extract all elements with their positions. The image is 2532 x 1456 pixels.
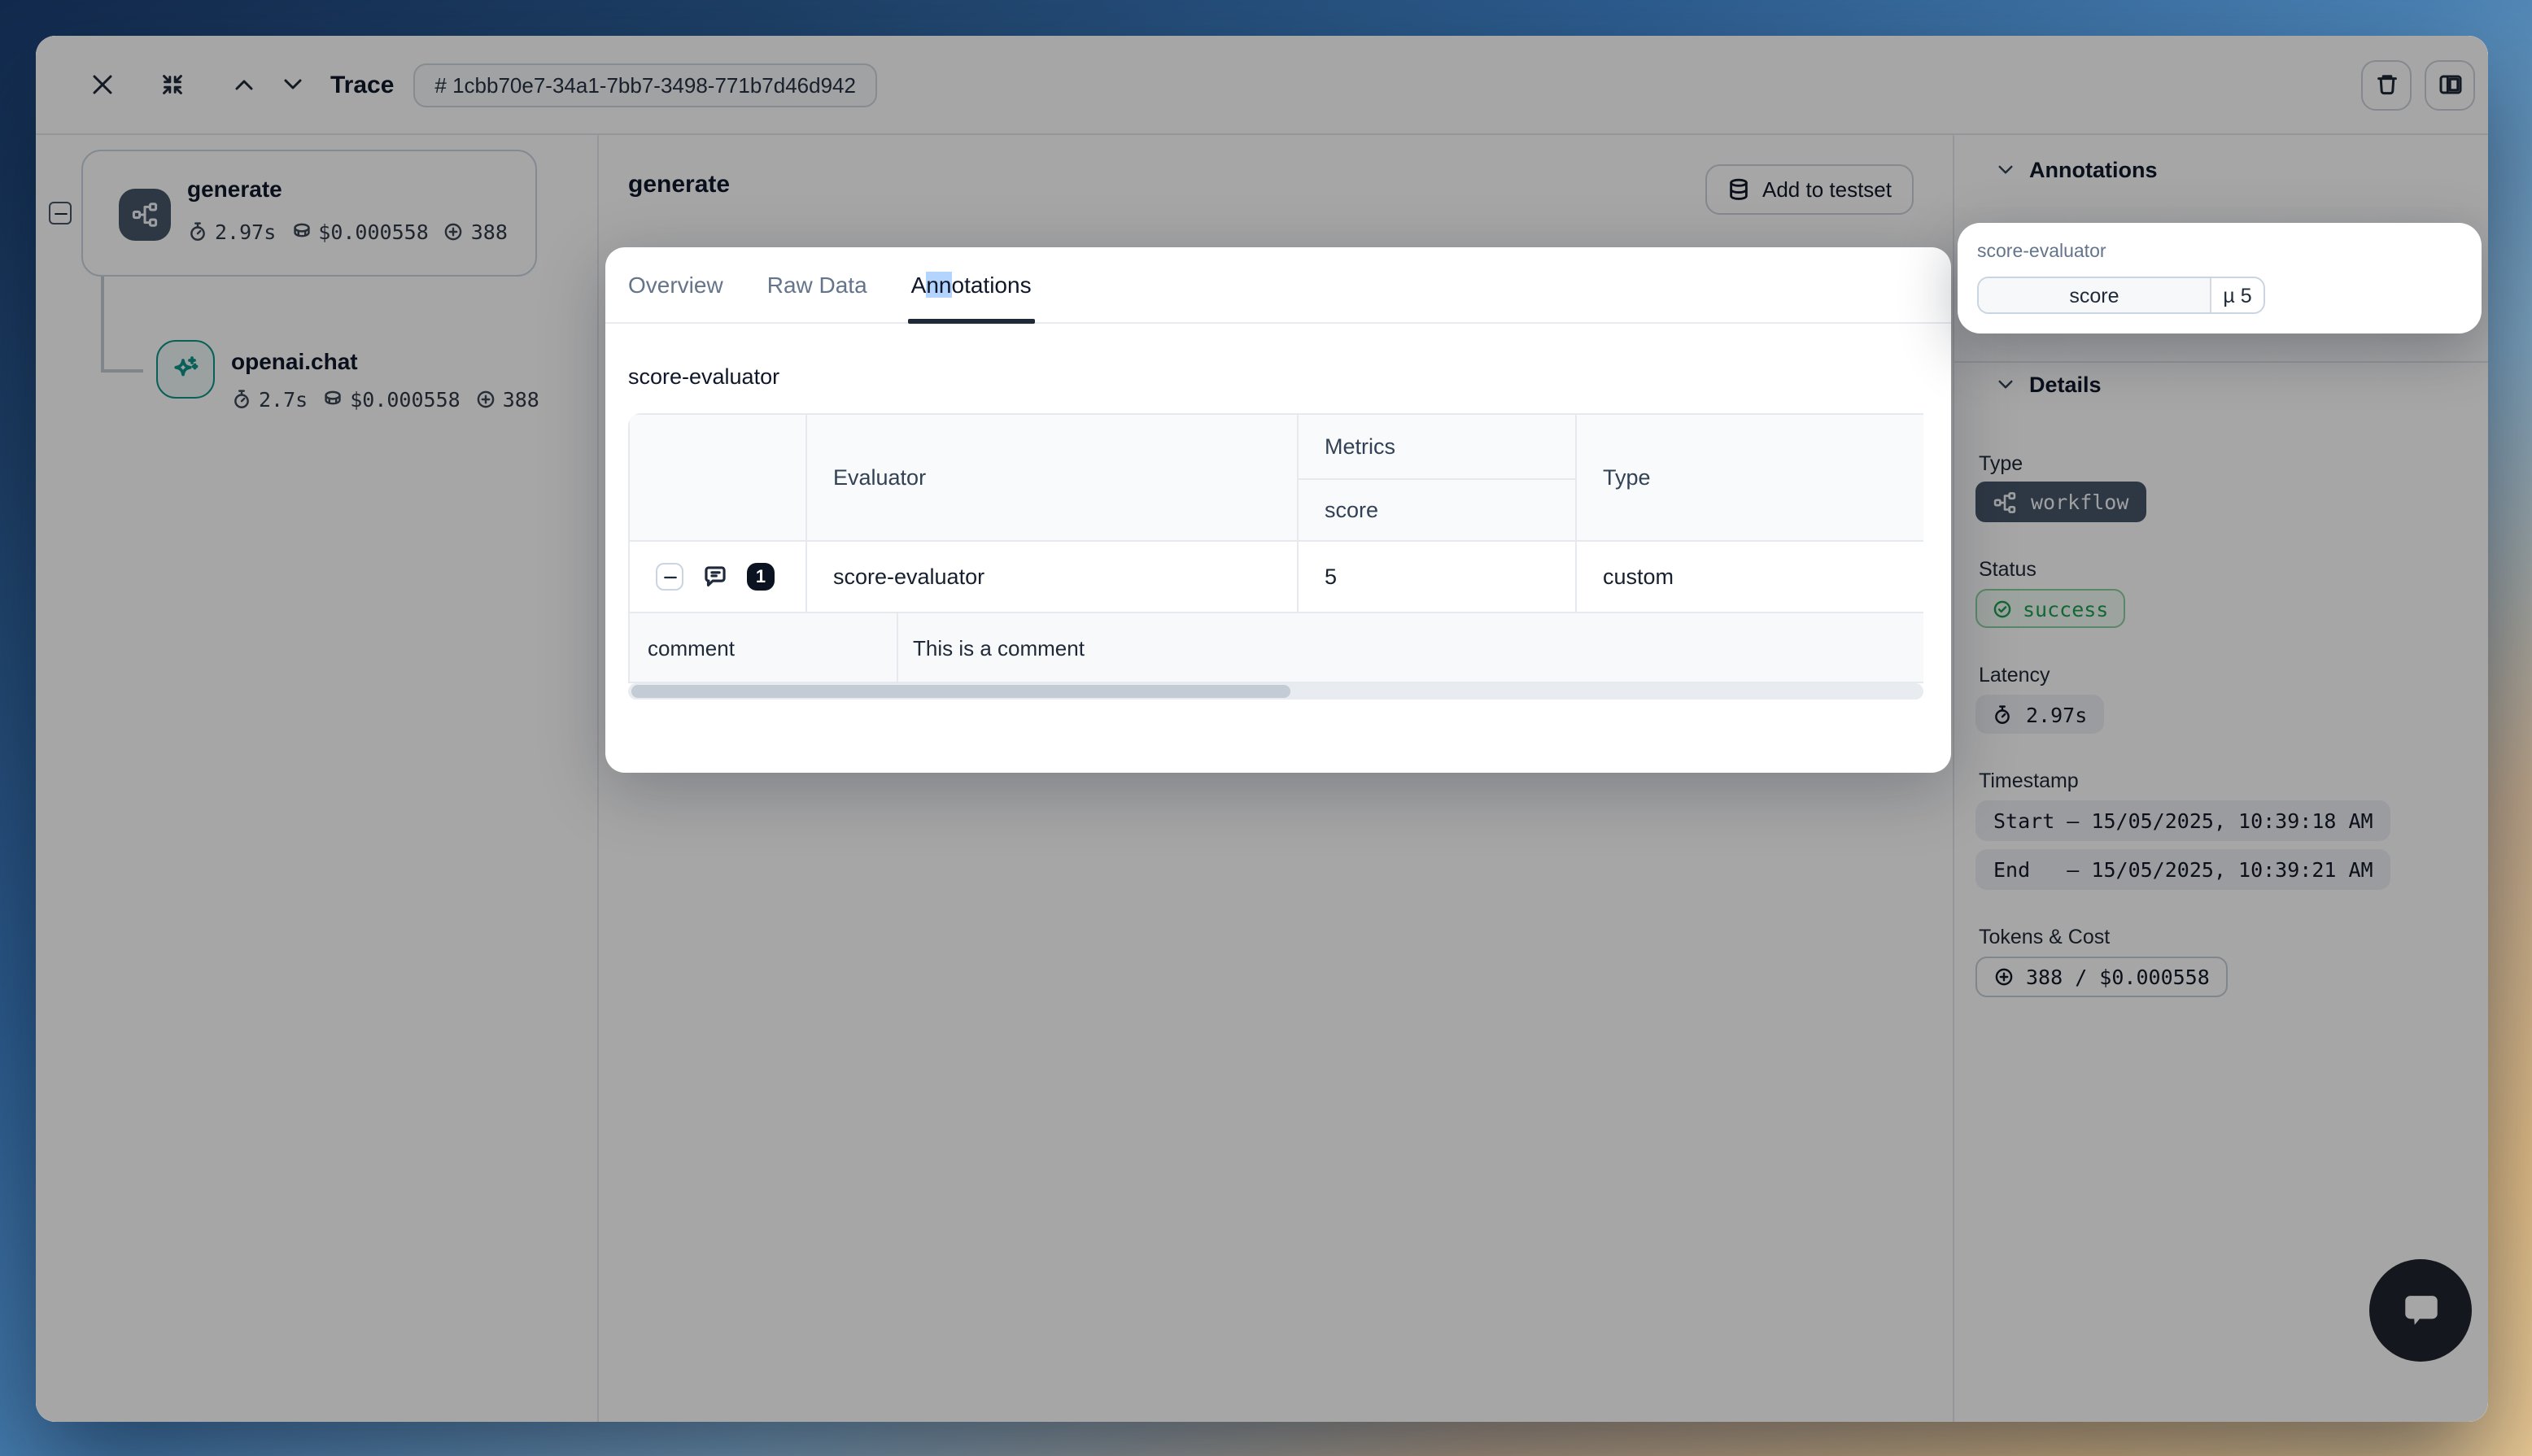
- popup-evaluator-label: score-evaluator: [1977, 242, 2462, 262]
- annotations-tab-card: Overview Raw Data Annotations score-eval…: [605, 247, 1951, 773]
- evaluator-section-title: score-evaluator: [628, 364, 1923, 389]
- metric-pill[interactable]: score µ 5: [1977, 277, 2265, 314]
- scrollbar-thumb[interactable]: [631, 685, 1290, 698]
- cell-type: custom: [1576, 541, 1923, 612]
- column-header-controls: [629, 414, 806, 541]
- comment-row: comment This is a comment: [628, 613, 1923, 683]
- cell-evaluator: score-evaluator: [806, 541, 1298, 612]
- comment-count-badge: 1: [747, 563, 775, 591]
- table-row[interactable]: 1 score-evaluator 5 custom: [629, 541, 1923, 612]
- tab-raw-data[interactable]: Raw Data: [767, 247, 867, 323]
- metric-value: µ 5: [2211, 278, 2264, 312]
- column-subheader-score: score: [1298, 479, 1576, 541]
- tab-annotations[interactable]: Annotations: [911, 247, 1032, 323]
- minus-icon: [660, 567, 679, 586]
- comment-icon[interactable]: [701, 563, 729, 591]
- column-header-type: Type: [1576, 414, 1923, 541]
- tab-bar: Overview Raw Data Annotations: [605, 247, 1951, 324]
- text-selection: nn: [926, 272, 951, 298]
- cell-score: 5: [1298, 541, 1576, 612]
- metric-name: score: [1979, 278, 2211, 312]
- desktop: Trace # 1cbb70e7-34a1-7bb7-3498-771b7d46…: [0, 0, 2532, 1456]
- annotation-score-popup: score-evaluator score µ 5: [1958, 223, 2482, 333]
- column-header-metrics: Metrics: [1298, 414, 1576, 479]
- column-header-evaluator: Evaluator: [806, 414, 1298, 541]
- comment-key: comment: [630, 613, 898, 682]
- trace-modal: Trace # 1cbb70e7-34a1-7bb7-3498-771b7d46…: [36, 36, 2488, 1422]
- collapse-row-button[interactable]: [656, 563, 683, 591]
- tab-overview[interactable]: Overview: [628, 247, 723, 323]
- comment-value: This is a comment: [898, 613, 1923, 682]
- annotations-table: Evaluator Metrics Type score: [628, 413, 1923, 683]
- horizontal-scrollbar[interactable]: [628, 683, 1923, 700]
